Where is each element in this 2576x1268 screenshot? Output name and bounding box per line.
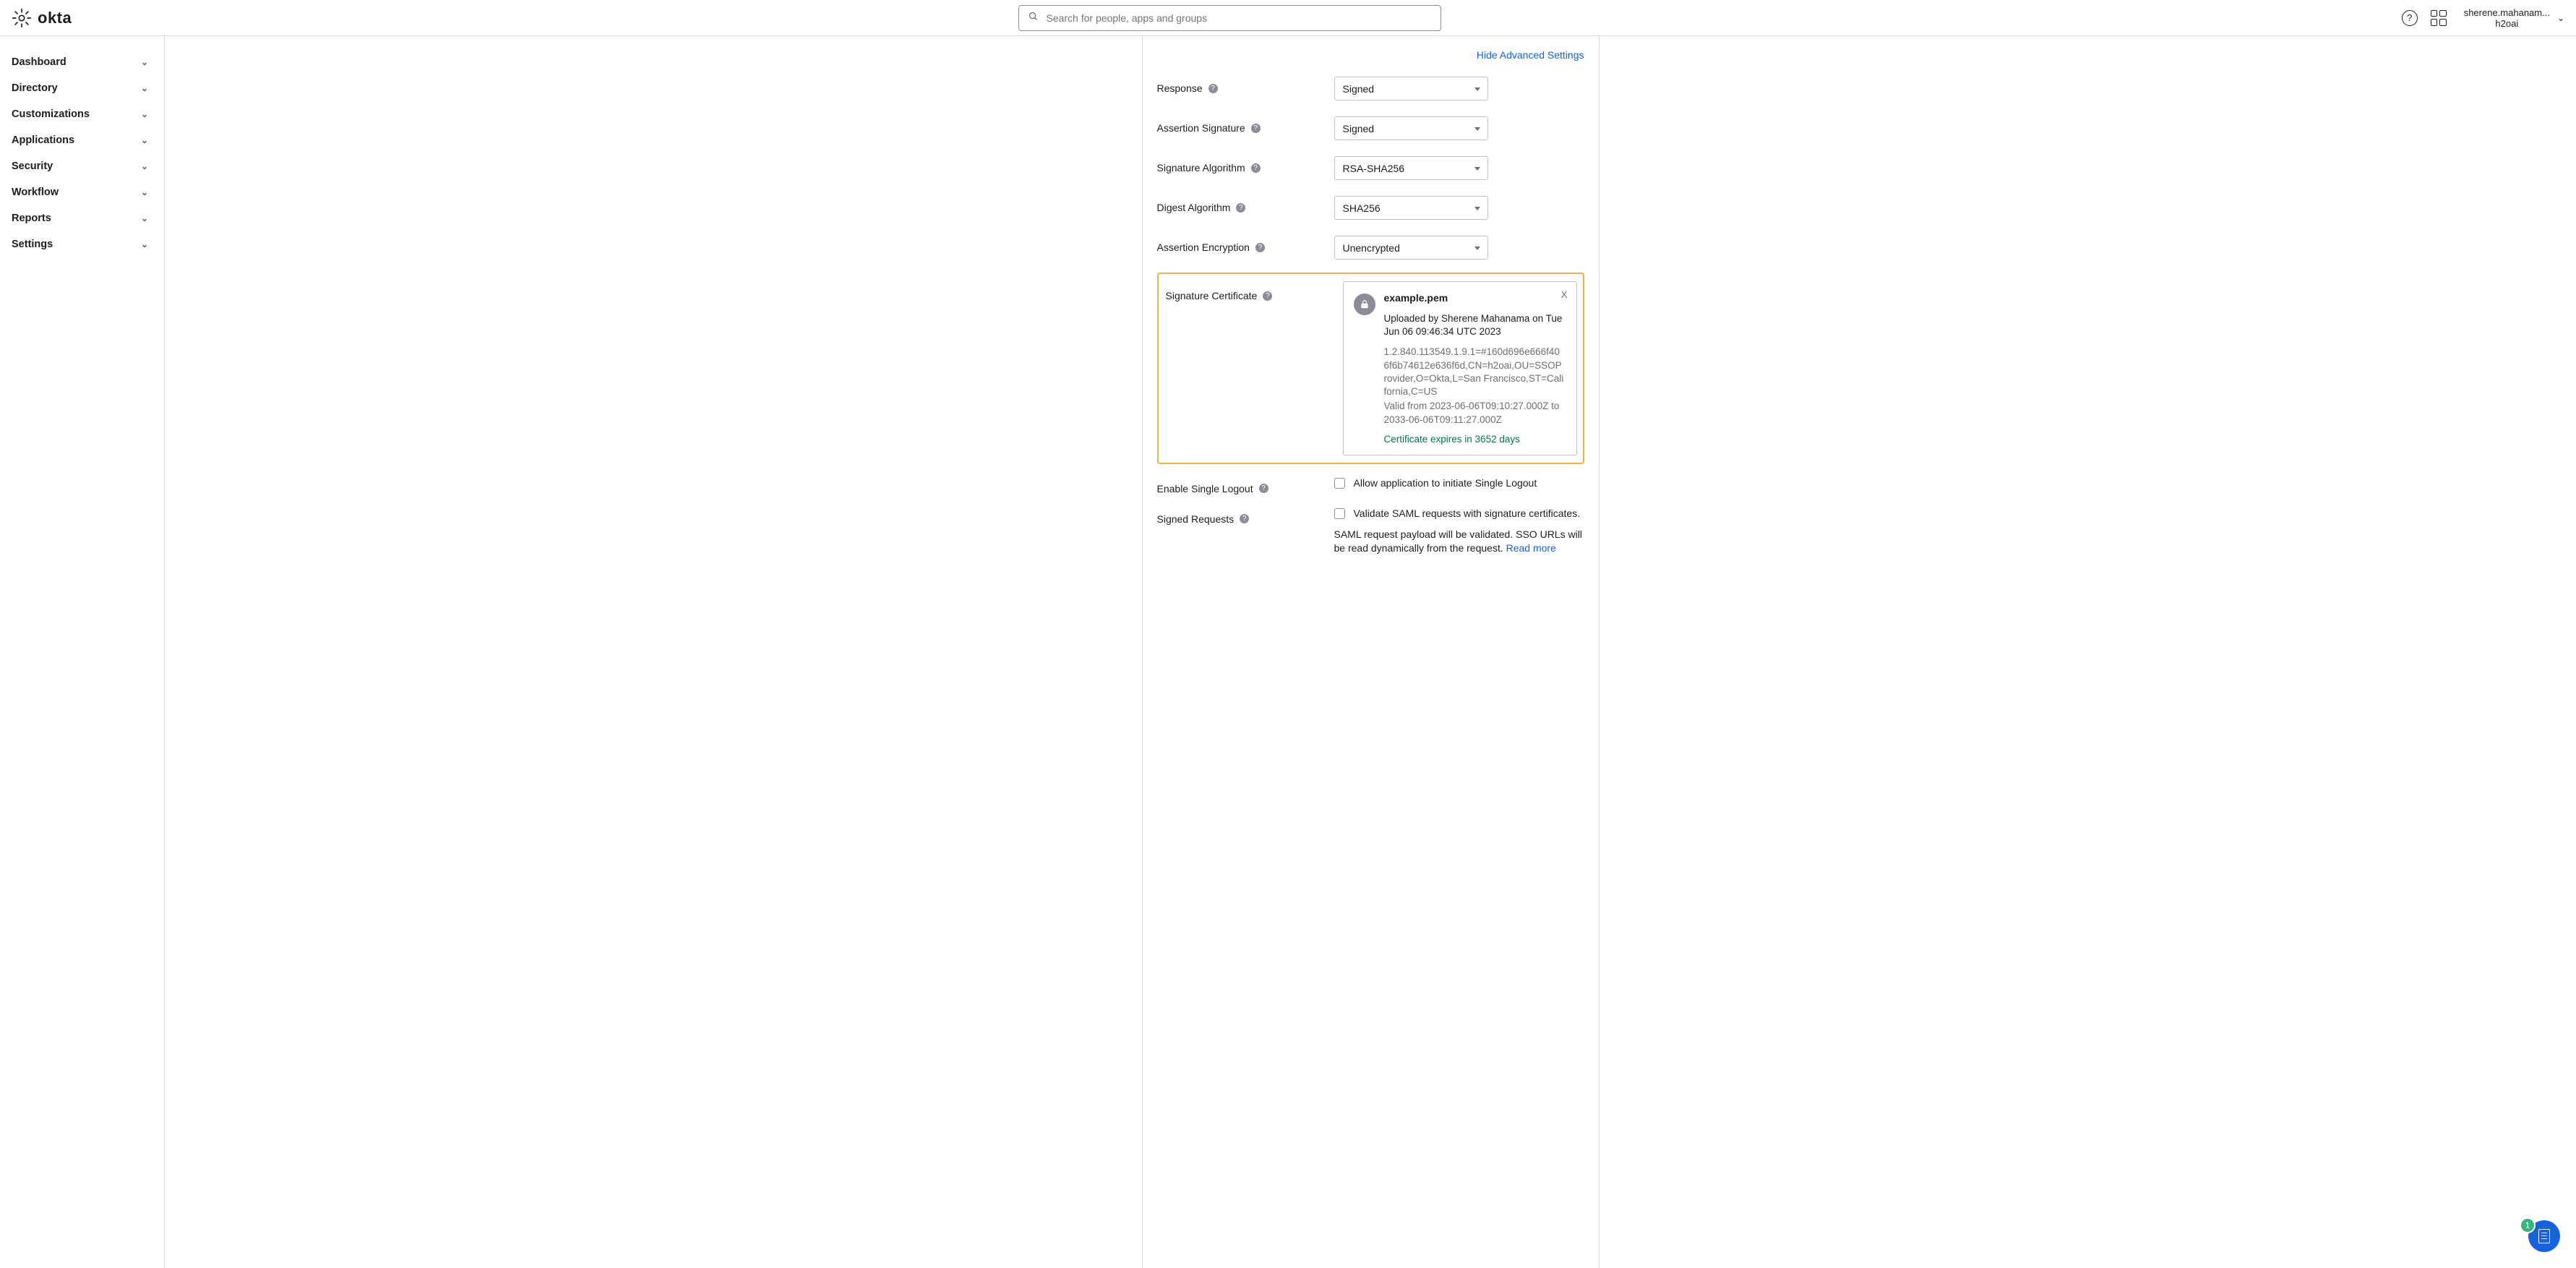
help-icon[interactable]: ?: [1255, 243, 1265, 252]
response-select[interactable]: Signed: [1334, 77, 1488, 100]
global-search[interactable]: [1018, 5, 1441, 31]
single-logout-checkbox[interactable]: [1334, 478, 1345, 489]
apps-grid-icon[interactable]: [2431, 10, 2447, 26]
chevron-down-icon: ⌄: [141, 161, 148, 171]
select-value: SHA256: [1343, 202, 1381, 214]
fab-badge: 1: [2520, 1217, 2536, 1233]
checkbox-label: Validate SAML requests with signature ce…: [1354, 507, 1581, 519]
read-more-link[interactable]: Read more: [1506, 542, 1556, 554]
sidebar-item-label: Reports: [12, 213, 51, 224]
brand-name: okta: [38, 9, 72, 27]
search-input[interactable]: [1046, 12, 1432, 24]
sidebar-item-label: Directory: [12, 82, 58, 94]
sidebar-item-workflow[interactable]: Workflow ⌄: [0, 179, 164, 205]
select-value: RSA-SHA256: [1343, 163, 1405, 174]
digest-algorithm-select[interactable]: SHA256: [1334, 196, 1488, 220]
sidebar-item-label: Dashboard: [12, 56, 66, 68]
sidebar-item-settings[interactable]: Settings ⌄: [0, 231, 164, 257]
top-bar: okta ? sherene.mahanam... h2oai ⌄: [0, 0, 2576, 36]
search-icon: [1028, 11, 1039, 25]
certificate-card: example.pem Uploaded by Sherene Mahanama…: [1343, 281, 1577, 455]
logo: okta: [12, 8, 72, 28]
cert-expiry: Certificate expires in 3652 days: [1384, 434, 1565, 445]
sidebar-item-label: Workflow: [12, 187, 59, 198]
row-digest-algorithm: Digest Algorithm? SHA256: [1157, 196, 1584, 220]
signed-requests-help: SAML request payload will be validated. …: [1334, 528, 1584, 556]
okta-sun-icon: [12, 8, 32, 28]
row-assertion-signature: Assertion Signature? Signed: [1157, 116, 1584, 140]
help-icon[interactable]: ?: [1263, 291, 1272, 301]
field-label: Digest Algorithm: [1157, 202, 1231, 213]
row-response: Response? Signed: [1157, 77, 1584, 100]
row-assertion-encryption: Assertion Encryption? Unencrypted: [1157, 236, 1584, 260]
field-label: Signed Requests: [1157, 513, 1235, 525]
field-label: Signature Algorithm: [1157, 162, 1245, 174]
row-enable-single-logout: Enable Single Logout? Allow application …: [1157, 477, 1584, 494]
user-name: sherene.mahanam...: [2464, 7, 2550, 18]
sidebar: Dashboard ⌄ Directory ⌄ Customizations ⌄ Ap…: [0, 36, 165, 1268]
sidebar-item-reports[interactable]: Reports ⌄: [0, 205, 164, 231]
lock-icon: [1354, 294, 1375, 315]
help-fab[interactable]: 1: [2528, 1220, 2560, 1252]
cert-close-button[interactable]: X: [1561, 289, 1568, 300]
row-signature-algorithm: Signature Algorithm? RSA-SHA256: [1157, 156, 1584, 180]
signature-certificate-highlight: Signature Certificate? example.pem Uploa…: [1157, 273, 1584, 464]
cert-dn: 1.2.840.113549.1.9.1=#160d696e666f406f6b…: [1384, 346, 1565, 398]
help-icon[interactable]: ?: [1251, 163, 1261, 173]
assertion-encryption-select[interactable]: Unencrypted: [1334, 236, 1488, 260]
help-icon[interactable]: ?: [1259, 484, 1268, 493]
hide-advanced-link[interactable]: Hide Advanced Settings: [1157, 45, 1584, 77]
chevron-down-icon: ⌄: [141, 239, 148, 249]
field-label: Response: [1157, 82, 1203, 94]
sidebar-item-directory[interactable]: Directory ⌄: [0, 75, 164, 101]
sidebar-item-label: Security: [12, 160, 53, 172]
sidebar-item-label: Settings: [12, 239, 53, 250]
user-org: h2oai: [2464, 18, 2550, 29]
chevron-down-icon: ⌄: [141, 135, 148, 145]
signed-requests-checkbox[interactable]: [1334, 508, 1345, 519]
sidebar-item-applications[interactable]: Applications ⌄: [0, 127, 164, 153]
signature-algorithm-select[interactable]: RSA-SHA256: [1334, 156, 1488, 180]
chevron-down-icon: ⌄: [141, 57, 148, 67]
select-value: Signed: [1343, 123, 1375, 134]
chevron-down-icon: ⌄: [141, 109, 148, 119]
field-label: Assertion Encryption: [1157, 241, 1250, 253]
checkbox-label: Allow application to initiate Single Log…: [1354, 477, 1537, 489]
cert-uploaded-by: Uploaded by Sherene Mahanama on Tue Jun …: [1384, 312, 1565, 338]
help-icon[interactable]: ?: [1236, 203, 1245, 213]
assertion-signature-select[interactable]: Signed: [1334, 116, 1488, 140]
sidebar-item-dashboard[interactable]: Dashboard ⌄: [0, 49, 164, 75]
row-signed-requests: Signed Requests? Validate SAML requests …: [1157, 507, 1584, 556]
chevron-down-icon: ⌄: [2557, 13, 2564, 23]
sidebar-item-label: Customizations: [12, 108, 90, 120]
chevron-down-icon: ⌄: [141, 213, 148, 223]
sidebar-item-label: Applications: [12, 134, 74, 146]
field-label: Signature Certificate: [1166, 290, 1258, 301]
user-menu[interactable]: sherene.mahanam... h2oai ⌄: [2464, 7, 2564, 29]
help-icon[interactable]: ?: [1251, 124, 1261, 133]
help-icon[interactable]: ?: [1240, 514, 1249, 523]
field-label: Assertion Signature: [1157, 122, 1245, 134]
help-icon[interactable]: ?: [1208, 84, 1218, 93]
cert-file-name: example.pem: [1384, 292, 1565, 304]
document-icon: [2538, 1229, 2550, 1243]
select-value: Signed: [1343, 83, 1375, 95]
help-icon[interactable]: ?: [2402, 10, 2418, 26]
cert-validity: Valid from 2023-06-06T09:10:27.000Z to 2…: [1384, 400, 1565, 426]
select-value: Unencrypted: [1343, 242, 1400, 254]
field-label: Enable Single Logout: [1157, 483, 1253, 494]
chevron-down-icon: ⌄: [141, 83, 148, 93]
content-area: Hide Advanced Settings Response? Signed …: [165, 36, 2576, 1268]
settings-panel: Hide Advanced Settings Response? Signed …: [1142, 36, 1600, 1268]
sidebar-item-customizations[interactable]: Customizations ⌄: [0, 101, 164, 127]
chevron-down-icon: ⌄: [141, 187, 148, 197]
sidebar-item-security[interactable]: Security ⌄: [0, 153, 164, 179]
